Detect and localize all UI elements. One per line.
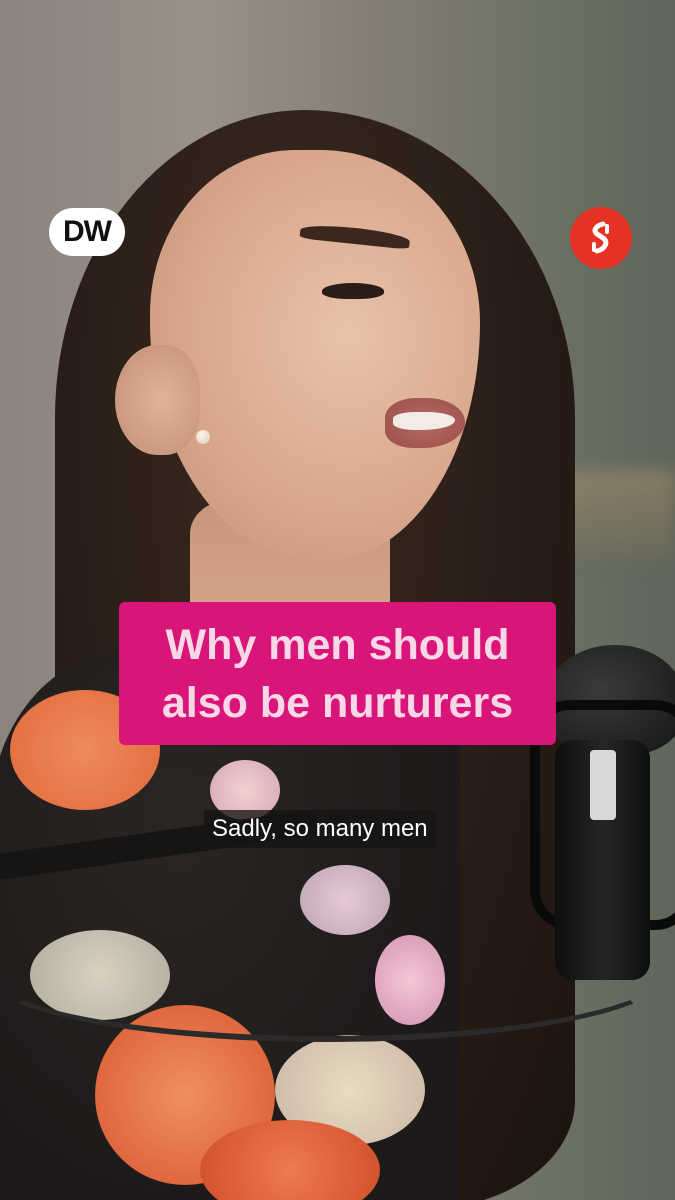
person-eye [322,283,384,299]
dw-logo: DW [49,208,125,256]
title-line-2: also be nurturers [161,678,514,727]
indian-express-logo-glyph [592,221,609,254]
subtitle-text: Sadly, so many men [212,815,428,842]
earring [196,430,210,444]
title-line-1: Why men should [165,620,510,669]
video-title-banner: Why men should also be nurturers [119,602,556,745]
dw-logo-text: DW [63,215,112,248]
video-frame: DW Why men should also be nurturers Sadl… [0,0,675,1200]
indian-express-logo-icon [570,207,632,269]
person-ear [115,345,200,455]
subtitle-caption: Sadly, so many men [204,810,436,848]
microphone-label [590,750,616,820]
